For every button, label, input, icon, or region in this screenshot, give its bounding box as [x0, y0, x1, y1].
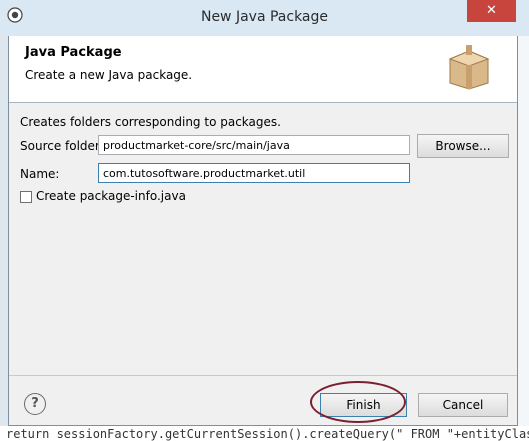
create-package-info-label[interactable]: Create package-info.java — [36, 189, 186, 203]
name-label: Name: — [20, 167, 60, 181]
new-java-package-dialog: New Java Package ✕ Java Package Create a… — [0, 0, 529, 441]
banner-title: Java Package — [25, 45, 122, 60]
finish-button[interactable]: Finish — [320, 393, 407, 417]
form-description: Creates folders corresponding to package… — [20, 115, 281, 129]
close-button[interactable]: ✕ — [467, 0, 516, 22]
title-bar[interactable]: New Java Package ✕ — [0, 0, 529, 36]
package-icon — [448, 45, 490, 90]
background-edge — [518, 36, 529, 426]
banner-description: Create a new Java package. — [25, 68, 193, 82]
package-name-input[interactable] — [98, 163, 410, 183]
source-folder-input[interactable] — [98, 135, 410, 155]
window-title: New Java Package — [200, 9, 329, 25]
cancel-button[interactable]: Cancel — [418, 393, 508, 417]
background-code-line: return sessionFactory.getCurrentSession(… — [6, 427, 529, 441]
create-package-info-checkbox[interactable] — [20, 191, 32, 203]
source-folder-label: Source folder: — [20, 139, 104, 153]
browse-button[interactable]: Browse... — [417, 134, 509, 158]
wizard-banner: Java Package Create a new Java package. — [9, 36, 517, 103]
footer-separator — [9, 375, 517, 376]
help-icon[interactable]: ? — [24, 393, 46, 415]
